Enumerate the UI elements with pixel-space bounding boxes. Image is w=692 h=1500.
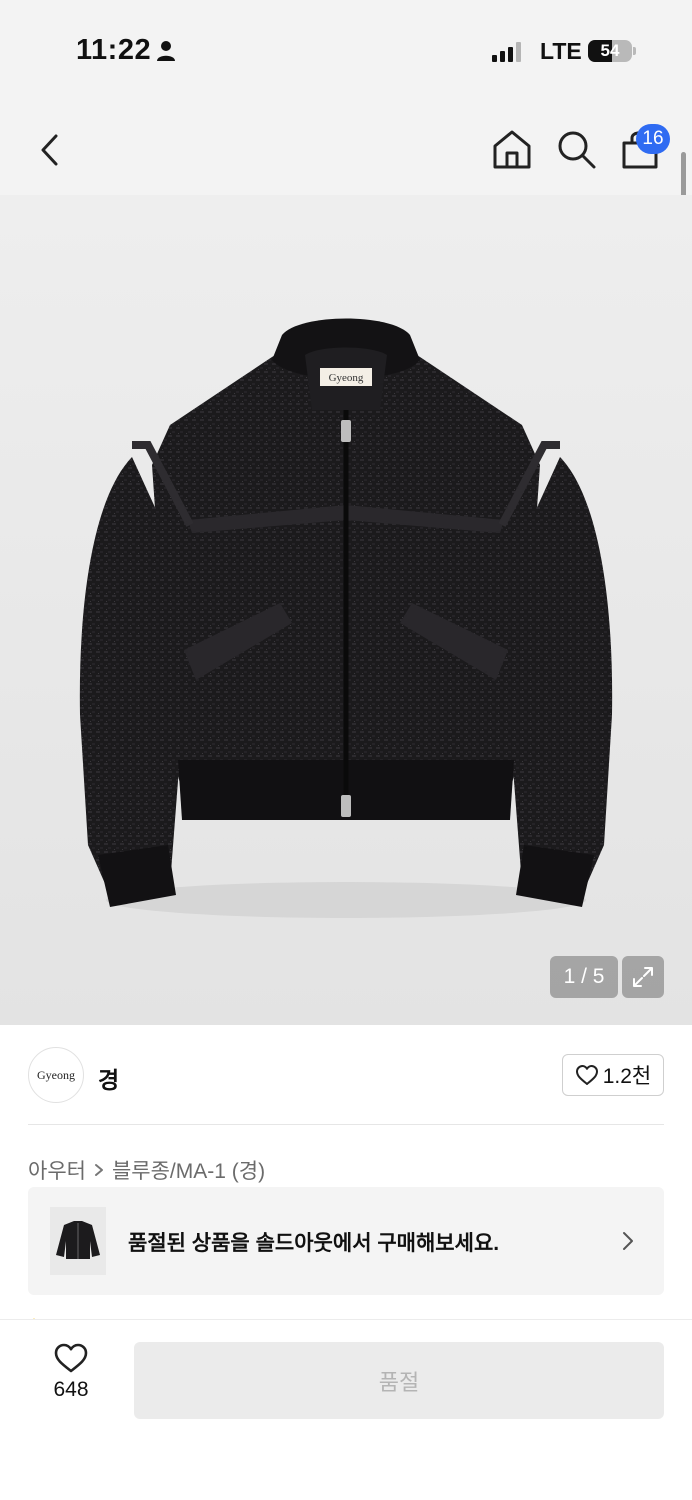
breadcrumb-category[interactable]: 아우터 — [28, 1155, 86, 1185]
wishlist-button[interactable]: 648 — [40, 1342, 102, 1414]
search-icon — [558, 131, 596, 169]
brand-like-count: 1.2천 — [602, 1065, 652, 1088]
signal-icon — [492, 42, 521, 62]
soldout-banner-text: 품절된 상품을 솔드아웃에서 구매해보세요. — [128, 1232, 500, 1255]
status-bar: 11:22 LTE 54 — [0, 0, 692, 100]
product-image-gallery[interactable]: Gyeong — [0, 195, 692, 1025]
brand-logo[interactable]: Gyeong — [28, 1047, 84, 1103]
breadcrumb-subcategory[interactable]: 블루종/MA-1 (경) — [112, 1155, 265, 1185]
back-button[interactable] — [30, 128, 70, 172]
brand-like-button[interactable]: 1.2천 — [562, 1054, 664, 1096]
status-time: 11:22 — [76, 34, 152, 66]
battery-tip — [633, 47, 636, 55]
person-icon — [157, 41, 175, 61]
gallery-page-indicator: 1 / 5 — [550, 956, 618, 998]
brand-name[interactable]: 경 — [98, 1061, 119, 1095]
heart-icon — [575, 1065, 598, 1085]
chevron-right-icon — [623, 1232, 633, 1250]
brand-logo-text: Gyeong — [37, 1067, 75, 1082]
expand-icon — [633, 967, 653, 987]
search-button[interactable] — [554, 127, 598, 171]
battery-icon: 54 — [588, 40, 632, 62]
home-button[interactable] — [490, 127, 534, 171]
back-icon — [41, 134, 58, 166]
wishlist-count: 648 — [53, 1378, 89, 1401]
heart-icon — [54, 1343, 88, 1373]
breadcrumb: 아우터 블루종/MA-1 (경) — [28, 1155, 265, 1185]
expand-button[interactable] — [622, 956, 664, 998]
home-icon — [493, 130, 531, 169]
network-type: LTE — [540, 38, 582, 64]
soldout-buy-button[interactable]: 품절 — [134, 1342, 664, 1419]
divider — [28, 1124, 664, 1125]
soldout-banner[interactable]: 품절된 상품을 솔드아웃에서 구매해보세요. — [28, 1187, 664, 1295]
soldout-thumbnail — [50, 1207, 106, 1275]
cart-count-badge: 16 — [636, 124, 670, 154]
chevron-right-icon — [94, 1164, 103, 1176]
jacket-label-text: Gyeong — [329, 372, 364, 384]
jacket-thumbnail-icon — [56, 1221, 100, 1259]
jacket-image: Gyeong — [79, 318, 613, 918]
battery-level: 54 — [600, 41, 620, 60]
